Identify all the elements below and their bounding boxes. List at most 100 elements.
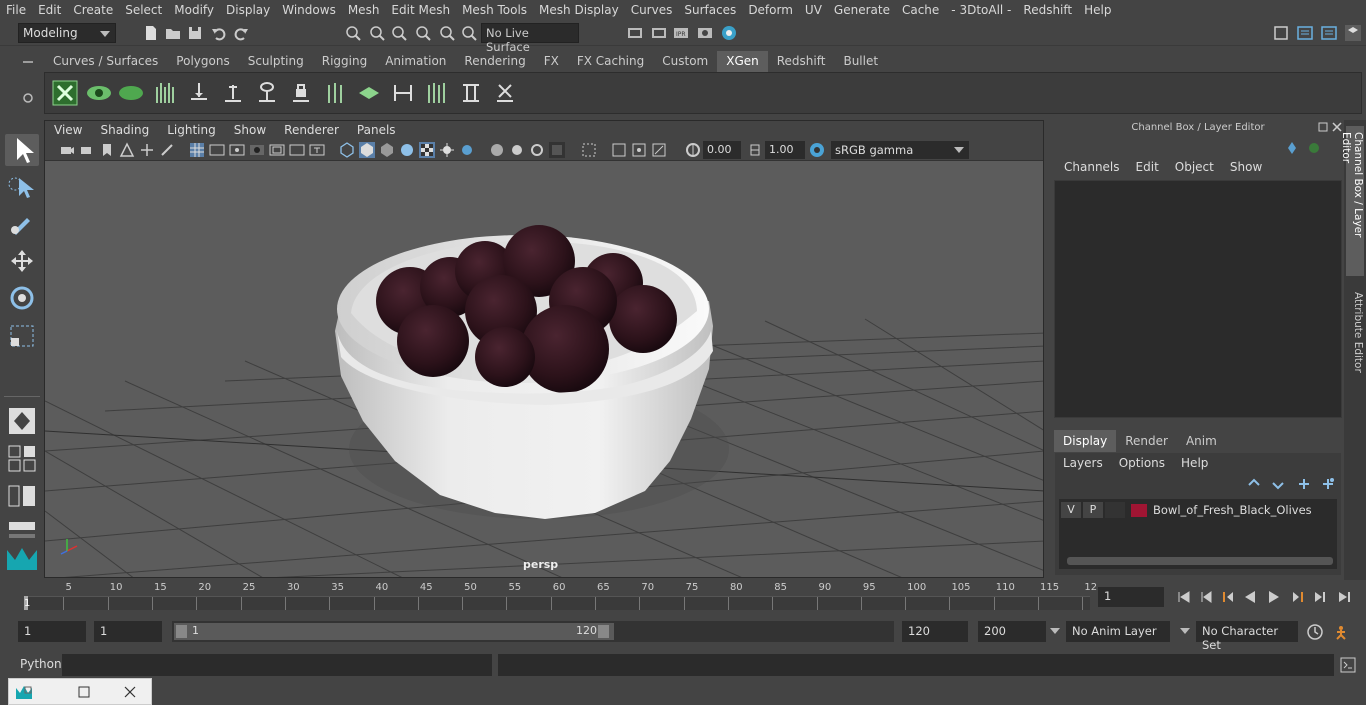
menu-windows[interactable]: Windows: [276, 3, 342, 17]
shaded-wireframe-icon[interactable]: [399, 142, 415, 158]
command-language-label[interactable]: Python: [20, 657, 62, 671]
shelf-tab-fx-caching[interactable]: FX Caching: [568, 51, 653, 72]
shelf-tab-fx[interactable]: FX: [535, 51, 568, 72]
open-scene-icon[interactable]: [164, 24, 182, 42]
script-editor-icon[interactable]: [1340, 657, 1356, 673]
menu-curves[interactable]: Curves: [625, 3, 679, 17]
xgen-delete-guide-icon[interactable]: [491, 79, 519, 107]
new-layer-icon[interactable]: [1297, 477, 1311, 491]
depth-of-field-icon[interactable]: [549, 142, 565, 158]
time-slider[interactable]: 1 5 10 15 20 25 30 35 40 45 50 55 60 65 70 75 80 85 90 95 1…: [18, 580, 1097, 612]
layer-tab-render[interactable]: Render: [1116, 430, 1177, 452]
modeling-toolkit-icon[interactable]: [1272, 24, 1290, 42]
menu-help[interactable]: Help: [1078, 3, 1117, 17]
channel-menu-object[interactable]: Object: [1167, 160, 1222, 174]
channel-menu-channels[interactable]: Channels: [1056, 160, 1128, 174]
side-tab-attribute-editor[interactable]: Attribute Editor: [1346, 286, 1364, 396]
xgen-guide-grow-icon[interactable]: [423, 79, 451, 107]
menu-mesh[interactable]: Mesh: [342, 3, 386, 17]
layer-list[interactable]: V P Bowl_of_Fresh_Black_Olives: [1059, 499, 1337, 569]
textured-icon[interactable]: [419, 142, 435, 158]
shelf-tab-sculpting[interactable]: Sculpting: [239, 51, 313, 72]
bowl-of-black-olives-model[interactable]: [335, 225, 729, 519]
lasso-tool-icon[interactable]: [5, 172, 39, 204]
gamma-field[interactable]: 1.00: [765, 141, 805, 159]
menu-modify[interactable]: Modify: [168, 3, 220, 17]
character-set-dropdown-arrow[interactable]: [1180, 628, 1190, 639]
hypershade-icon[interactable]: [720, 24, 738, 42]
mode-selector[interactable]: Modeling: [18, 23, 116, 43]
pan-zoom-icon[interactable]: [159, 142, 175, 158]
channel-box-toggle-icon[interactable]: [1344, 24, 1362, 42]
xgen-sculpt-icon[interactable]: [355, 79, 383, 107]
undo-icon[interactable]: [210, 24, 228, 42]
play-forwards-icon[interactable]: [1266, 589, 1282, 605]
grid-toggle-icon[interactable]: [189, 142, 205, 158]
film-gate-icon[interactable]: [209, 142, 225, 158]
menu-file[interactable]: File: [0, 3, 32, 17]
isolate-select-icon[interactable]: [581, 142, 597, 158]
shelf-tab-rendering[interactable]: Rendering: [455, 51, 534, 72]
snap-grid-icon[interactable]: [414, 24, 432, 42]
xgen-editor-icon[interactable]: [51, 79, 79, 107]
smooth-shade-icon[interactable]: [359, 142, 375, 158]
outliner-layout-icon[interactable]: [5, 480, 39, 512]
layer-name[interactable]: Bowl_of_Fresh_Black_Olives: [1149, 503, 1312, 517]
current-frame-field[interactable]: 1: [1098, 587, 1164, 607]
layer-playback-toggle[interactable]: P: [1083, 502, 1103, 518]
xgen-place-guides-icon[interactable]: [185, 79, 213, 107]
snap-curve-icon[interactable]: [368, 24, 386, 42]
step-forward-key-icon[interactable]: [1312, 589, 1328, 605]
menu-select[interactable]: Select: [119, 3, 168, 17]
xgen-add-guide-icon[interactable]: [219, 79, 247, 107]
scale-tool-icon[interactable]: [5, 320, 39, 352]
shelf-tab-custom[interactable]: Custom: [653, 51, 717, 72]
menu-3dtoall[interactable]: - 3DtoAll -: [945, 3, 1017, 17]
xray-components-icon[interactable]: [651, 142, 667, 158]
new-layer-from-selection-icon[interactable]: [1321, 477, 1335, 491]
animation-preferences-icon[interactable]: [1334, 623, 1352, 641]
wireframe-icon[interactable]: [339, 142, 355, 158]
maximize-window-icon[interactable]: [75, 683, 93, 701]
layer-tab-anim[interactable]: Anim: [1177, 430, 1226, 452]
range-end-handle[interactable]: [598, 625, 609, 638]
safe-title-icon[interactable]: [309, 142, 325, 158]
shelf-tab-polygons[interactable]: Polygons: [167, 51, 238, 72]
snap-point-icon[interactable]: [390, 24, 408, 42]
step-back-frame-icon[interactable]: [1220, 589, 1236, 605]
shelf-settings-icon[interactable]: [22, 92, 34, 104]
range-slider[interactable]: 1 120: [172, 621, 894, 642]
viewport-menu-panels[interactable]: Panels: [348, 123, 405, 137]
attribute-editor-toggle-icon[interactable]: [1296, 24, 1314, 42]
command-input[interactable]: [62, 654, 492, 676]
motion-blur-icon[interactable]: [509, 142, 525, 158]
field-chart-icon[interactable]: [269, 142, 285, 158]
menu-generate[interactable]: Generate: [828, 3, 896, 17]
shelf-tab-rigging[interactable]: Rigging: [313, 51, 376, 72]
viewport-menu-view[interactable]: View: [45, 123, 91, 137]
resolution-gate-icon[interactable]: [229, 142, 245, 158]
range-start-handle[interactable]: [176, 625, 187, 638]
sync-channels-icon[interactable]: [1306, 140, 1322, 156]
screen-space-ao-icon[interactable]: [489, 142, 505, 158]
step-back-key-icon[interactable]: [1198, 589, 1214, 605]
menu-edit-mesh[interactable]: Edit Mesh: [385, 3, 456, 17]
layer-row[interactable]: V P Bowl_of_Fresh_Black_Olives: [1061, 501, 1335, 519]
image-plane-icon[interactable]: [119, 142, 135, 158]
color-space-dropdown[interactable]: sRGB gamma: [831, 141, 969, 159]
move-tool-icon[interactable]: [5, 246, 39, 278]
live-surface-field[interactable]: No Live Surface: [481, 23, 579, 54]
scene-end-field[interactable]: 200: [978, 621, 1046, 642]
render-frame-icon[interactable]: [650, 24, 668, 42]
menu-cache[interactable]: Cache: [896, 3, 945, 17]
playback-start-field[interactable]: 1: [94, 621, 162, 642]
channel-menu-edit[interactable]: Edit: [1128, 160, 1167, 174]
layer-menu-layers[interactable]: Layers: [1055, 456, 1111, 470]
viewport-menu-show[interactable]: Show: [225, 123, 275, 137]
anim-layer-dropdown-arrow[interactable]: [1050, 628, 1060, 639]
exposure-field[interactable]: 0.00: [703, 141, 741, 159]
xgen-preview-icon[interactable]: [85, 79, 113, 107]
snap-live-icon[interactable]: [460, 24, 478, 42]
shelf-tab-animation[interactable]: Animation: [376, 51, 455, 72]
menu-uv[interactable]: UV: [799, 3, 828, 17]
